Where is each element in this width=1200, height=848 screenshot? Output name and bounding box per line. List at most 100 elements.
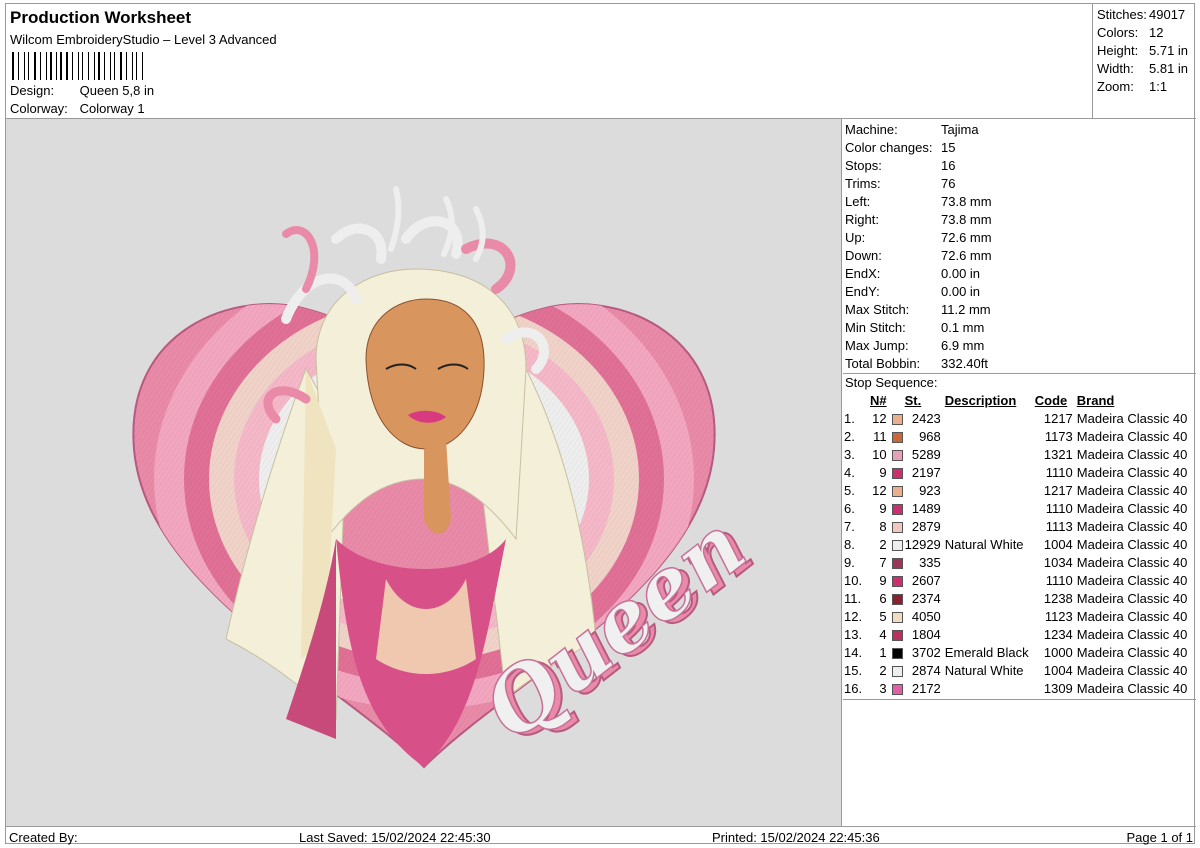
- row-code: 1238: [1043, 590, 1073, 606]
- row-index: 11.: [844, 590, 862, 606]
- color-swatch: [891, 449, 903, 461]
- width-label: Width:: [1097, 61, 1134, 76]
- machine-row-value: 0.1 mm: [941, 320, 985, 335]
- row-brand: Madeira Classic 40: [1076, 482, 1188, 498]
- machine-row-value: 72.6 mm: [941, 230, 992, 245]
- row-brand: Madeira Classic 40: [1076, 500, 1188, 516]
- stop-sequence-row: 10. 9 2607 1110 Madeira Classic 40: [844, 571, 1187, 589]
- machine-row: Machine: Tajima: [845, 122, 979, 137]
- height-value: 5.71 in: [1149, 43, 1189, 58]
- row-description: [941, 517, 1035, 535]
- machine-row-value: 0.00 in: [941, 284, 981, 299]
- row-stitches: 968: [919, 428, 941, 444]
- worksheet-header: Production Worksheet Wilcom EmbroiderySt…: [6, 4, 1092, 118]
- row-needle: 3: [879, 680, 887, 696]
- stop-sequence-row: 14. 1 3702 Emerald Black 1000 Madeira Classic…: [844, 643, 1187, 661]
- stat-stitches: Stitches: 49017: [1097, 7, 1185, 22]
- colors-label: Colors:: [1097, 25, 1139, 40]
- row-description: Emerald Black: [944, 644, 1029, 660]
- row-code: 1173: [1044, 428, 1073, 444]
- stat-width: Width: 5.81 in: [1097, 61, 1188, 76]
- header-index: [844, 391, 870, 409]
- design-row: Design: Queen 5,8 in: [10, 83, 154, 98]
- row-needle: 9: [879, 500, 887, 516]
- color-swatch: [891, 665, 903, 677]
- row-needle: 12: [872, 410, 887, 426]
- color-swatch: [891, 413, 903, 425]
- row-code: 1004: [1043, 662, 1073, 678]
- row-description: [941, 481, 1035, 499]
- machine-row-value: Tajima: [941, 122, 979, 137]
- row-needle: 4: [879, 626, 887, 642]
- row-code: 1000: [1043, 644, 1073, 660]
- color-swatch: [891, 467, 903, 479]
- row-index: 3.: [844, 446, 855, 462]
- row-index: 14.: [844, 644, 863, 660]
- colorway-value: Colorway 1: [79, 101, 145, 116]
- row-needle: 6: [879, 590, 887, 606]
- barcode-bar: [28, 52, 29, 80]
- color-swatch: [891, 485, 903, 497]
- zoom-value: 1:1: [1149, 79, 1168, 94]
- row-description: [941, 625, 1035, 643]
- row-needle: 11: [873, 428, 887, 444]
- machine-row-value: 0.00 in: [941, 266, 981, 281]
- row-brand: Madeira Classic 40: [1076, 536, 1188, 552]
- row-swatch: [887, 589, 905, 607]
- machine-row-value: 11.2 mm: [941, 302, 991, 317]
- barcode-bar: [98, 52, 100, 80]
- stop-sequence-row: 2. 11 968 1173 Madeira Classic 40: [844, 427, 1187, 445]
- machine-row: Stops: 16: [845, 158, 955, 173]
- stitches-label: Stitches:: [1097, 7, 1147, 22]
- barcode-bar: [72, 52, 73, 80]
- row-index: 5.: [844, 482, 855, 498]
- machine-row-label: Up:: [845, 230, 866, 245]
- row-description: [941, 589, 1035, 607]
- machine-row-label: EndX:: [845, 266, 881, 281]
- stop-sequence-row: 1. 12 2423 1217 Madeira Classic 40: [844, 409, 1187, 427]
- machine-row-label: Max Stitch:: [845, 302, 910, 317]
- machine-row-value: 332.40ft: [941, 356, 988, 371]
- barcode-bar: [56, 52, 57, 80]
- barcode-bar: [132, 52, 133, 80]
- machine-row: Up: 72.6 mm: [845, 230, 992, 245]
- row-code: 1217: [1043, 410, 1073, 426]
- machine-row: Max Stitch: 11.2 mm: [845, 302, 991, 317]
- barcode-bar: [40, 52, 41, 80]
- header-description: Description: [944, 392, 1017, 408]
- color-swatch: [891, 683, 903, 695]
- machine-row-label: Machine:: [845, 122, 898, 137]
- row-stitches: 4050: [911, 608, 941, 624]
- machine-row: Trims: 76: [845, 176, 955, 191]
- row-stitches: 923: [919, 482, 941, 498]
- worksheet-frame: Production Worksheet Wilcom EmbroiderySt…: [5, 3, 1196, 845]
- stat-colors: Colors: 12: [1097, 25, 1163, 40]
- machine-divider: [843, 373, 1196, 374]
- row-stitches: 5289: [911, 446, 941, 462]
- row-swatch: [887, 661, 905, 679]
- row-stitches: 12929: [904, 536, 941, 552]
- stop-sequence-row: 13. 4 1804 1234 Madeira Classic 40: [844, 625, 1187, 643]
- row-brand: Madeira Classic 40: [1076, 644, 1188, 660]
- design-preview: Queen Queen: [6, 119, 842, 826]
- stop-sequence-row: 11. 6 2374 1238 Madeira Classic 40: [844, 589, 1187, 607]
- barcode-bar: [110, 52, 111, 80]
- stat-height: Height: 5.71 in: [1097, 43, 1188, 58]
- barcode-bar: [24, 52, 25, 80]
- color-swatch: [891, 539, 903, 551]
- machine-row: Color changes: 15: [845, 140, 955, 155]
- barcode-bar: [12, 52, 14, 80]
- barcode-bar: [78, 52, 79, 80]
- machine-row-value: 73.8 mm: [941, 194, 992, 209]
- row-brand: Madeira Classic 40: [1076, 626, 1188, 642]
- machine-row-label: EndY:: [845, 284, 880, 299]
- header-brand: Brand: [1076, 392, 1115, 408]
- row-swatch: [887, 553, 905, 571]
- row-brand: Madeira Classic 40: [1076, 446, 1188, 462]
- row-swatch: [887, 481, 905, 499]
- row-swatch: [887, 427, 905, 445]
- barcode-bar: [88, 52, 89, 80]
- height-label: Height:: [1097, 43, 1139, 58]
- machine-row-value: 15: [941, 140, 956, 155]
- machine-row: EndX: 0.00 in: [845, 266, 980, 281]
